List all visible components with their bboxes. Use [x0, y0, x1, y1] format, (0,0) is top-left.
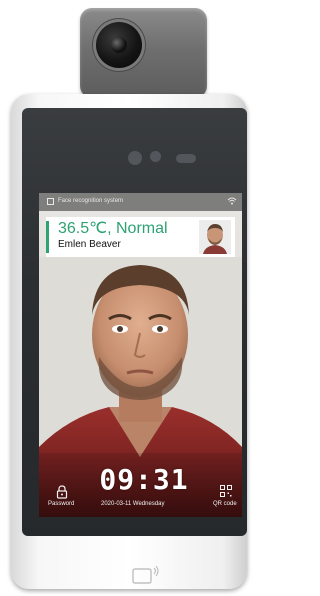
person-thumbnail	[199, 220, 231, 254]
ir-led	[176, 154, 196, 163]
frame-icon	[47, 198, 54, 205]
light-sensor	[150, 151, 161, 162]
wifi-icon	[227, 197, 237, 205]
app-title: Face recognition system	[58, 198, 124, 204]
camera-lens-icon	[96, 22, 142, 68]
password-button-label[interactable]: Password	[48, 501, 74, 507]
screen: Face recognition system 36.5℃, Normal Em…	[39, 193, 242, 517]
clock-time: 09:31	[99, 463, 189, 496]
person-name: Emlen Beaver	[58, 239, 121, 250]
status-bar: Face recognition system	[39, 193, 242, 211]
qr-code-button-label[interactable]: QR code	[213, 501, 237, 507]
qr-code-icon[interactable]	[220, 485, 232, 497]
clock-date: 2020-03-11 Wednesday	[101, 501, 165, 507]
lock-icon[interactable]	[55, 485, 69, 499]
temperature-reading: 36.5℃, Normal	[58, 220, 168, 237]
recognition-result-card: 36.5℃, Normal Emlen Beaver	[46, 217, 235, 257]
card-reader-icon	[132, 565, 159, 584]
ir-sensor	[128, 151, 142, 165]
card-accent-bar	[46, 221, 49, 253]
